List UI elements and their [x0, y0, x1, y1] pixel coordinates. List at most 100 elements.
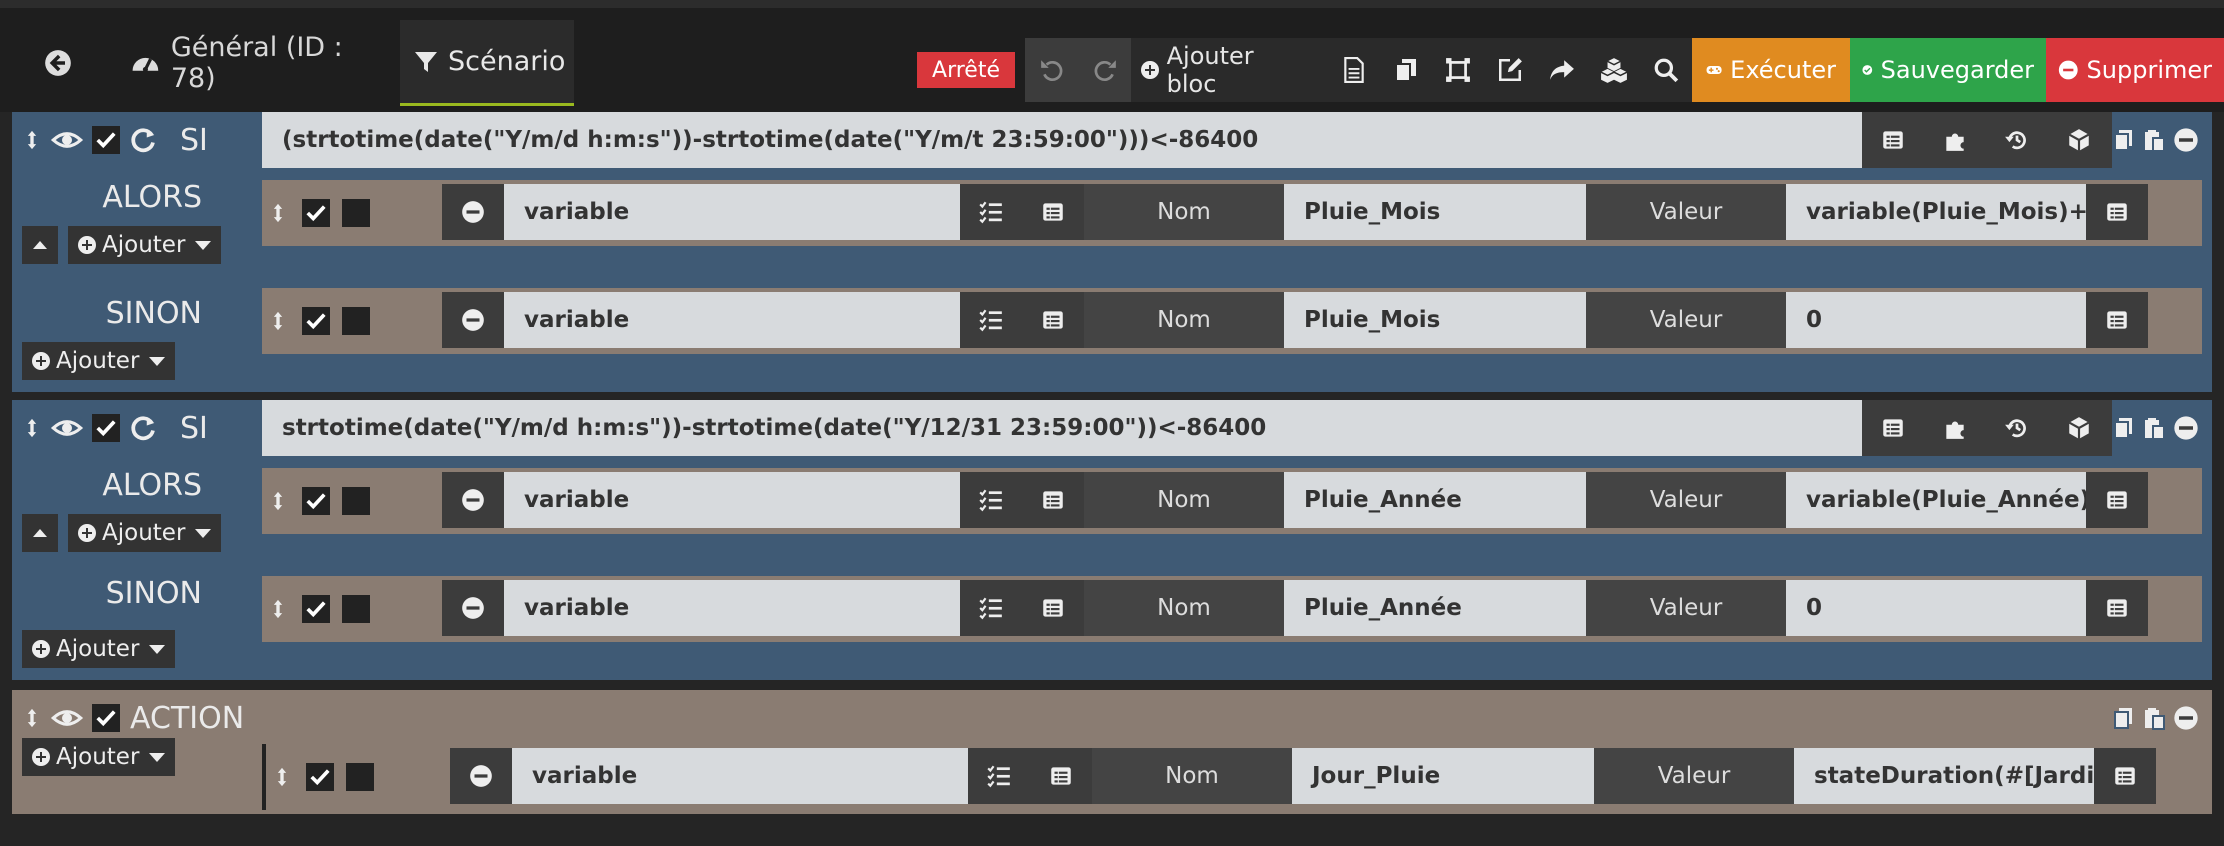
enable-checkbox[interactable]: [92, 126, 120, 154]
condition-command-button[interactable]: [1924, 400, 1986, 456]
add-alors-dropdown[interactable]: Ajouter: [68, 226, 222, 264]
move-up-button[interactable]: [22, 226, 58, 264]
remove-action-button[interactable]: [442, 472, 504, 528]
condition-equipment-button[interactable]: [2048, 112, 2110, 168]
condition-command-button[interactable]: [1924, 112, 1986, 168]
add-sinon-dropdown[interactable]: Ajouter: [22, 342, 176, 380]
move-handle-icon[interactable]: [268, 592, 288, 626]
expression-input[interactable]: variable: [504, 184, 960, 240]
refresh-icon[interactable]: [128, 125, 158, 155]
remove-block-icon[interactable]: [2172, 704, 2200, 732]
select-command-button[interactable]: [1022, 292, 1084, 348]
name-input[interactable]: Pluie_Année: [1284, 580, 1586, 636]
execute-button[interactable]: Exécuter: [1692, 38, 1850, 102]
select-action-button[interactable]: [960, 580, 1022, 636]
value-command-button[interactable]: [2094, 748, 2156, 804]
add-action-dropdown[interactable]: Ajouter: [22, 738, 176, 776]
refresh-icon[interactable]: [128, 413, 158, 443]
move-handle-icon[interactable]: [22, 701, 42, 735]
paste-icon[interactable]: [2142, 126, 2166, 154]
value-input[interactable]: 0: [1786, 292, 2086, 348]
eye-icon[interactable]: [50, 413, 84, 443]
move-handle-icon[interactable]: [268, 196, 288, 230]
select-action-button[interactable]: [960, 472, 1022, 528]
add-block-button[interactable]: Ajouter bloc: [1131, 38, 1329, 102]
remove-action-button[interactable]: [450, 748, 512, 804]
expression-input[interactable]: variable: [512, 748, 968, 804]
move-handle-icon[interactable]: [268, 304, 288, 338]
move-handle-icon[interactable]: [22, 411, 42, 445]
value-command-button[interactable]: [2086, 472, 2148, 528]
enable-checkbox[interactable]: [302, 199, 330, 227]
save-button[interactable]: Sauvegarder: [1850, 38, 2046, 102]
condition-input[interactable]: strtotime(date("Y/m/d h:m:s"))-strtotime…: [262, 400, 1862, 456]
remove-block-icon[interactable]: [2172, 414, 2200, 442]
add-alors-dropdown[interactable]: Ajouter: [68, 514, 222, 552]
enable-checkbox[interactable]: [92, 704, 120, 732]
select-command-button[interactable]: [1022, 184, 1084, 240]
background-checkbox[interactable]: [342, 595, 370, 623]
move-handle-icon[interactable]: [272, 760, 292, 794]
remove-action-button[interactable]: [442, 292, 504, 348]
value-input[interactable]: variable(Pluie_Année)+#: [1786, 472, 2086, 528]
enable-checkbox[interactable]: [302, 595, 330, 623]
paste-icon[interactable]: [2142, 704, 2166, 732]
value-input[interactable]: 0: [1786, 580, 2086, 636]
tab-general[interactable]: Général (ID : 78): [118, 20, 388, 106]
name-input[interactable]: Pluie_Mois: [1284, 184, 1586, 240]
back-button[interactable]: [28, 20, 88, 106]
undo-button[interactable]: [1025, 38, 1078, 102]
copy-icon[interactable]: [2112, 126, 2136, 154]
eye-icon[interactable]: [50, 703, 84, 733]
copy-icon[interactable]: [2112, 414, 2136, 442]
enable-checkbox[interactable]: [92, 414, 120, 442]
edit-button[interactable]: [1484, 38, 1536, 102]
duplicate-button[interactable]: [1380, 38, 1432, 102]
add-sinon-dropdown[interactable]: Ajouter: [22, 630, 176, 668]
value-command-button[interactable]: [2086, 292, 2148, 348]
paste-icon[interactable]: [2142, 414, 2166, 442]
condition-equipment-button[interactable]: [2048, 400, 2110, 456]
enable-checkbox[interactable]: [302, 487, 330, 515]
value-command-button[interactable]: [2086, 580, 2148, 636]
condition-history-button[interactable]: [1986, 400, 2048, 456]
eye-icon[interactable]: [50, 125, 84, 155]
template-button[interactable]: [1432, 38, 1484, 102]
select-action-button[interactable]: [960, 292, 1022, 348]
select-action-button[interactable]: [960, 184, 1022, 240]
redo-button[interactable]: [1078, 38, 1131, 102]
value-command-button[interactable]: [2086, 184, 2148, 240]
enable-checkbox[interactable]: [306, 763, 334, 791]
background-checkbox[interactable]: [342, 199, 370, 227]
name-input[interactable]: Jour_Pluie: [1292, 748, 1594, 804]
move-handle-icon[interactable]: [22, 123, 42, 157]
value-input[interactable]: stateDuration(#[Jardin][S: [1794, 748, 2094, 804]
condition-history-button[interactable]: [1986, 112, 2048, 168]
expression-input[interactable]: variable: [504, 292, 960, 348]
expression-input[interactable]: variable: [504, 580, 960, 636]
dependencies-button[interactable]: [1588, 38, 1640, 102]
background-checkbox[interactable]: [346, 763, 374, 791]
copy-icon[interactable]: [2112, 704, 2136, 732]
remove-action-button[interactable]: [442, 184, 504, 240]
background-checkbox[interactable]: [342, 307, 370, 335]
enable-checkbox[interactable]: [302, 307, 330, 335]
select-command-button[interactable]: [1022, 472, 1084, 528]
condition-input[interactable]: (strtotime(date("Y/m/d h:m:s"))-strtotim…: [262, 112, 1862, 168]
select-action-button[interactable]: [968, 748, 1030, 804]
tab-scenario[interactable]: Scénario: [400, 20, 574, 106]
condition-list-button[interactable]: [1862, 400, 1924, 456]
background-checkbox[interactable]: [342, 487, 370, 515]
name-input[interactable]: Pluie_Mois: [1284, 292, 1586, 348]
export-button[interactable]: [1536, 38, 1588, 102]
search-button[interactable]: [1640, 38, 1692, 102]
remove-action-button[interactable]: [442, 580, 504, 636]
move-handle-icon[interactable]: [268, 484, 288, 518]
select-command-button[interactable]: [1030, 748, 1092, 804]
select-command-button[interactable]: [1022, 580, 1084, 636]
remove-block-icon[interactable]: [2172, 126, 2200, 154]
log-button[interactable]: [1328, 38, 1380, 102]
move-up-button[interactable]: [22, 514, 58, 552]
condition-list-button[interactable]: [1862, 112, 1924, 168]
name-input[interactable]: Pluie_Année: [1284, 472, 1586, 528]
